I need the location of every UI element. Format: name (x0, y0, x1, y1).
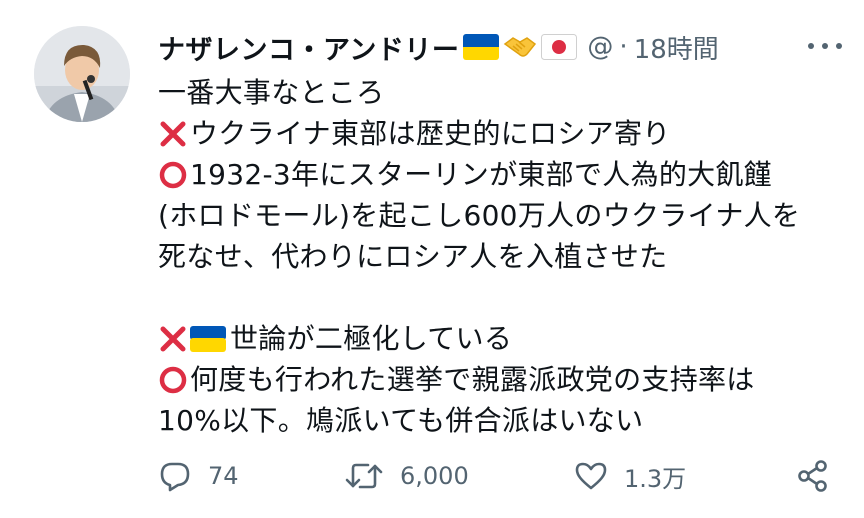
tweet-line-text: 1932-3年にスターリンが東部で人為的大飢饉 (190, 158, 773, 191)
like-count: 1.3万 (624, 464, 687, 493)
tweet-line: (ホロドモール)を起こし600万人のウクライナ人を (158, 195, 848, 236)
tweet-line-text: (ホロドモール)を起こし600万人のウクライナ人を (158, 199, 801, 232)
author-handle[interactable]: @ (587, 32, 613, 62)
share-button[interactable] (796, 452, 830, 500)
tweet-line-text: 一番大事なところ (158, 76, 385, 109)
tweet-line: 世論が二極化している (158, 318, 848, 359)
heart-icon (574, 460, 608, 492)
more-options-icon[interactable] (808, 36, 842, 56)
avatar[interactable] (34, 26, 130, 122)
ukraine-flag-icon (463, 34, 500, 60)
separator-dot: · (619, 32, 628, 62)
tweet-line: 10%以下。鳩派いても併合派はいない (158, 400, 848, 441)
tweet-line: 何度も行われた選挙で親露派政党の支持率は (158, 359, 848, 400)
tweet-line-text: 10%以下。鳩派いても併合派はいない (158, 404, 644, 437)
cross-mark-icon (158, 324, 188, 354)
tweet-line: 1932-3年にスターリンが東部で人為的大飢饉 (158, 154, 848, 195)
reply-count: 74 (208, 462, 239, 490)
tweet-time[interactable]: 18時間 (634, 29, 719, 66)
circle-mark-icon (158, 160, 188, 190)
share-icon (796, 459, 830, 493)
tweet-line-text: 世論が二極化している (230, 322, 513, 355)
tweet-text: 一番大事なところ ウクライナ東部は歴史的にロシア寄り 1932-3年にスターリン… (158, 72, 848, 441)
cross-mark-icon (158, 119, 188, 149)
reply-icon (158, 460, 192, 492)
retweet-icon (344, 460, 384, 492)
circle-mark-icon (158, 365, 188, 395)
retweet-count: 6,000 (400, 462, 469, 490)
tweet-actions: 74 6,000 1.3万 (158, 452, 848, 500)
tweet-line-text: 何度も行われた選挙で親露派政党の支持率は (190, 363, 755, 396)
ukraine-flag-icon (190, 325, 226, 352)
japan-flag-icon (541, 34, 578, 60)
tweet-header: ナザレンコ・アンドリー @ · 18時間 (158, 22, 848, 72)
like-button[interactable]: 1.3万 (574, 452, 686, 500)
reply-button[interactable]: 74 (158, 452, 239, 500)
tweet-line-text: ウクライナ東部は歴史的にロシア寄り (190, 117, 671, 150)
tweet-line: ウクライナ東部は歴史的にロシア寄り (158, 113, 848, 154)
handshake-icon (503, 32, 537, 62)
avatar-photo (34, 26, 130, 122)
tweet-line: 死なせ、代わりにロシア人を入植させた (158, 236, 848, 277)
tweet-line-text: 死なせ、代わりにロシア人を入植させた (158, 240, 668, 273)
retweet-button[interactable]: 6,000 (344, 452, 469, 500)
tweet-line: 一番大事なところ (158, 72, 848, 113)
author-name[interactable]: ナザレンコ・アンドリー (158, 28, 459, 67)
